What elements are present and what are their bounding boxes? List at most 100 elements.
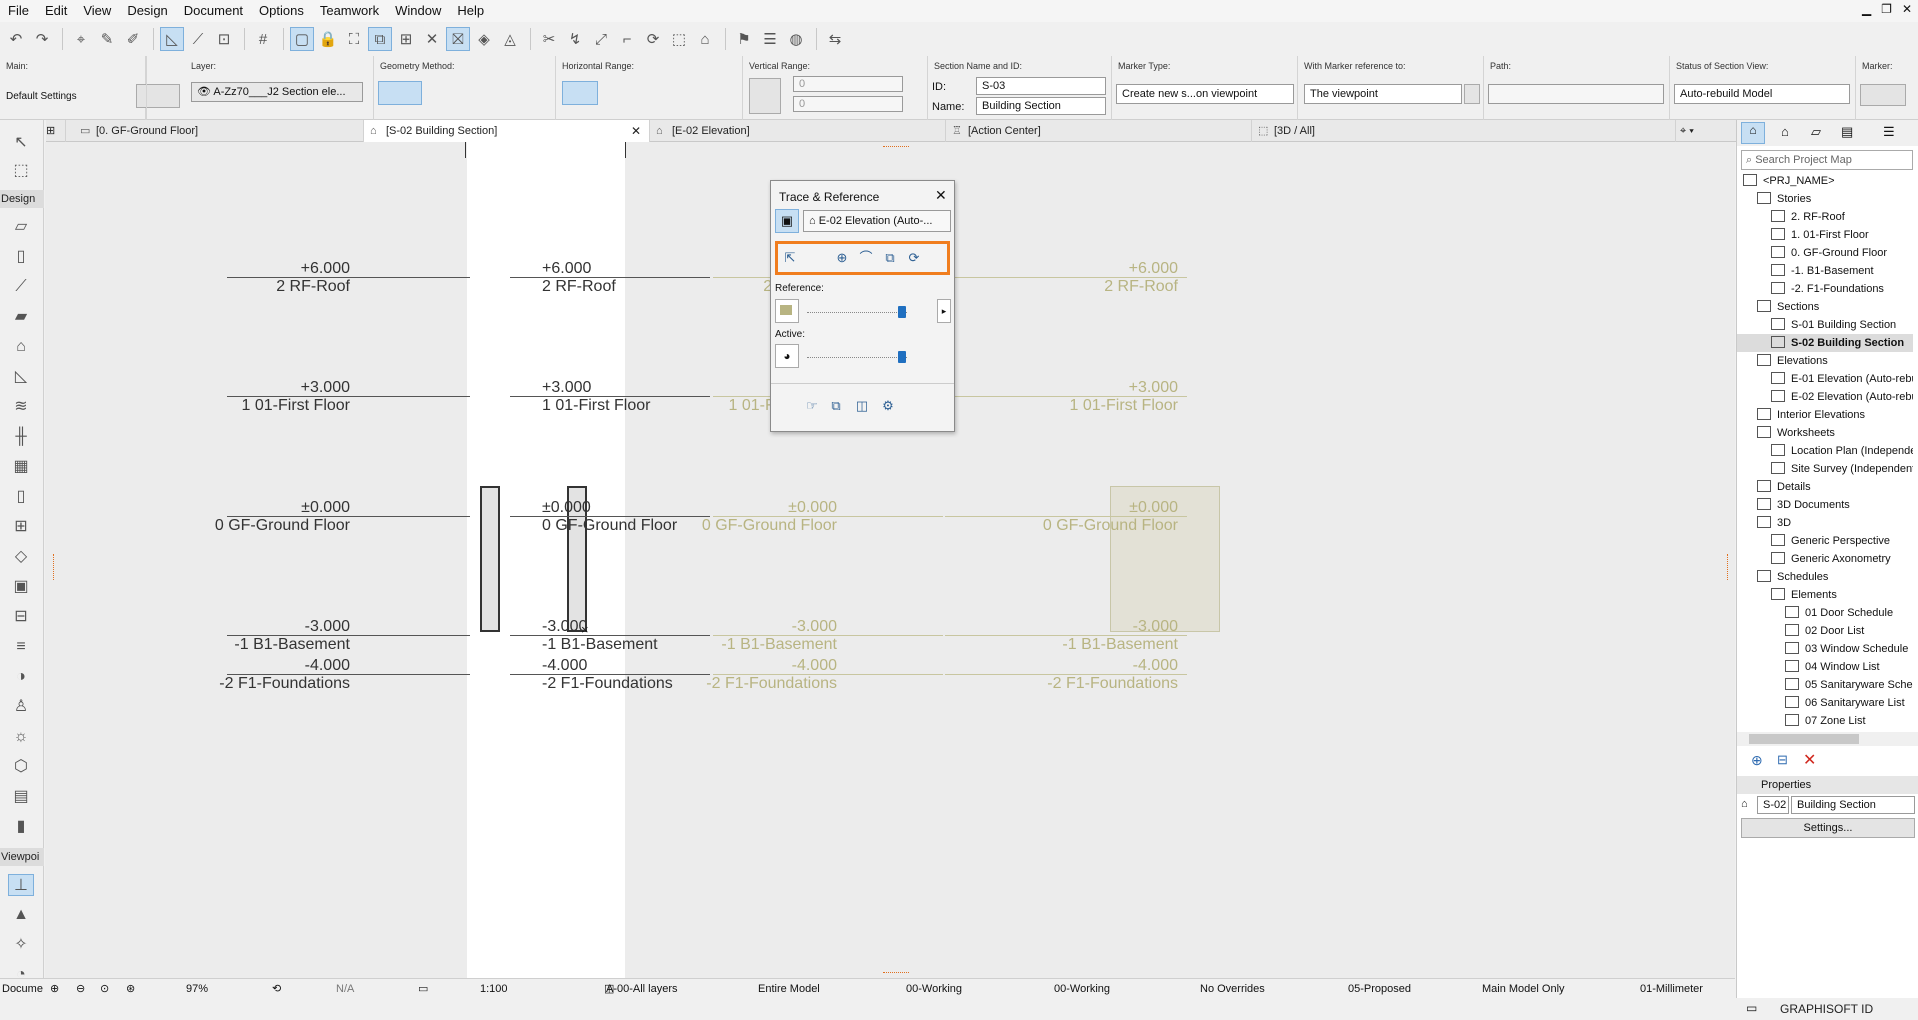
vertical-bottom-field[interactable]: 0: [793, 96, 903, 112]
tree-item[interactable]: 02 Door List: [1785, 622, 1913, 640]
mirror-reference-icon[interactable]: ⌒: [855, 247, 877, 269]
menu-document[interactable]: Document: [176, 0, 251, 22]
minimize-button[interactable]: ▁: [1862, 2, 1871, 16]
redo-icon[interactable]: ↷: [30, 27, 54, 51]
vertical-top-field[interactable]: 0: [793, 76, 903, 92]
shell-icon[interactable]: ◺: [8, 366, 34, 388]
pick-up-icon[interactable]: ⌖: [69, 27, 93, 51]
view-map-icon[interactable]: ⌂: [1781, 124, 1789, 139]
active-opacity-slider[interactable]: [807, 357, 907, 361]
wall-section-left[interactable]: [480, 486, 500, 632]
active-opacity-thumb[interactable]: [898, 351, 906, 363]
lamp-icon[interactable]: ☼: [8, 726, 34, 748]
adjust-icon[interactable]: ↯: [563, 27, 587, 51]
name-field[interactable]: Building Section: [976, 97, 1106, 115]
box-icon[interactable]: ⬡: [8, 756, 34, 778]
navigator-menu-icon[interactable]: ☰: [1883, 124, 1895, 140]
menu-options[interactable]: Options: [251, 0, 312, 22]
main-settings[interactable]: Default Settings: [6, 91, 77, 102]
tree-item[interactable]: 3D Documents: [1757, 496, 1913, 514]
tree-item[interactable]: <PRJ_NAME>: [1743, 172, 1913, 190]
swap-reference-icon[interactable]: ⟳: [903, 247, 925, 269]
reset-position-icon[interactable]: ⧉: [879, 247, 901, 269]
design-header[interactable]: Design: [0, 190, 44, 208]
tab-3d[interactable]: ⬚ [3D / All]: [1252, 120, 1676, 142]
layers-icon[interactable]: ☰: [758, 27, 782, 51]
staggered-geometry-button[interactable]: [430, 81, 466, 105]
tree-item[interactable]: 03 Window Schedule: [1785, 640, 1913, 658]
tree-item[interactable]: 01 Door Schedule: [1785, 604, 1913, 622]
move-reference-icon[interactable]: ⇱: [779, 247, 801, 269]
measure-icon[interactable]: ✕: [420, 27, 444, 51]
marquee-tool-icon[interactable]: ⬚: [8, 160, 34, 182]
angle-value[interactable]: N/A: [336, 979, 354, 999]
door-icon[interactable]: ▯: [8, 486, 34, 508]
camera-tool-icon[interactable]: ✧: [8, 934, 34, 956]
zoom-icon[interactable]: ⊛: [126, 979, 135, 999]
marker-reference-dropdown[interactable]: The viewpoint: [1304, 84, 1462, 104]
beam-icon[interactable]: ⟋: [8, 276, 34, 298]
id-field[interactable]: S-03: [976, 77, 1106, 95]
zone-icon[interactable]: ⊟: [8, 606, 34, 628]
tree-item[interactable]: Schedules: [1757, 568, 1913, 586]
skylight-icon[interactable]: ◇: [8, 546, 34, 568]
close-window-button[interactable]: ✕: [1902, 2, 1912, 16]
tree-item[interactable]: Generic Perspective: [1771, 532, 1913, 550]
browse-button[interactable]: [1464, 84, 1480, 104]
tree-item[interactable]: 05 Sanitaryware Schedule: [1785, 676, 1913, 694]
model-value[interactable]: Entire Model: [758, 979, 820, 999]
suspend-groups-icon[interactable]: ⛶: [342, 27, 366, 51]
tree-item[interactable]: 06 Sanitaryware List: [1785, 694, 1913, 712]
marker-type-dropdown[interactable]: Create new s...on viewpoint: [1116, 84, 1294, 104]
tree-item[interactable]: -1. B1-Basement: [1771, 262, 1913, 280]
morph-icon[interactable]: ◑: [8, 666, 34, 688]
teamwork-icon[interactable]: ⇆: [823, 27, 847, 51]
zoom-value[interactable]: 97%: [186, 979, 208, 999]
trace-icon[interactable]: ⧉: [368, 27, 392, 51]
structure-value[interactable]: Main Model Only: [1482, 979, 1565, 999]
tree-hscrollbar[interactable]: [1737, 732, 1918, 746]
graphisoft-id[interactable]: GRAPHISOFT ID: [1780, 1002, 1873, 1016]
prop-name-field[interactable]: Building Section: [1791, 796, 1915, 814]
tab-action-center[interactable]: ♖ [Action Center]: [946, 120, 1252, 142]
status-dropdown[interactable]: Auto-rebuild Model: [1674, 84, 1850, 104]
menu-teamwork[interactable]: Teamwork: [312, 0, 387, 22]
viewpoint-header[interactable]: Viewpoi: [0, 848, 44, 866]
orientation-icon[interactable]: ⟲: [272, 979, 281, 999]
compare-icon[interactable]: ☞: [801, 395, 823, 417]
arrow-tool-icon[interactable]: ↖: [8, 132, 34, 154]
zero-depth-button[interactable]: [654, 81, 690, 105]
tree-item[interactable]: Elevations: [1757, 352, 1913, 370]
straight-geometry-button[interactable]: [378, 81, 422, 105]
tree-item[interactable]: Site Survey (Independent): [1771, 460, 1913, 478]
inject-icon[interactable]: ✎: [95, 27, 119, 51]
tab-ground-floor[interactable]: ▭ [0. GF-Ground Floor]: [74, 120, 364, 142]
object-icon[interactable]: ▣: [8, 576, 34, 598]
menu-edit[interactable]: Edit: [37, 0, 75, 22]
properties-header[interactable]: Properties: [1737, 776, 1918, 794]
menu-design[interactable]: Design: [119, 0, 175, 22]
renovation-icon[interactable]: ⌂: [693, 27, 717, 51]
magic-wand-icon[interactable]: ⛝: [446, 27, 470, 51]
menu-view[interactable]: View: [75, 0, 119, 22]
reference-icon[interactable]: ⊞: [394, 27, 418, 51]
new-view-icon[interactable]: ⊕: [1751, 752, 1763, 769]
slab-icon[interactable]: ▰: [8, 306, 34, 328]
mesh-icon[interactable]: ≡: [8, 636, 34, 658]
tree-item[interactable]: 0. GF-Ground Floor: [1771, 244, 1913, 262]
path-field[interactable]: [1488, 84, 1664, 104]
dimension-value[interactable]: 01-Millimeter: [1640, 979, 1703, 999]
tree-item[interactable]: Stories: [1757, 190, 1913, 208]
column-icon[interactable]: ▯: [8, 246, 34, 268]
tree-item[interactable]: Elements: [1771, 586, 1913, 604]
offset-icon[interactable]: ⤢: [589, 27, 613, 51]
window-icon[interactable]: ⊞: [8, 516, 34, 538]
restore-button[interactable]: ❐: [1881, 2, 1892, 16]
chair-icon[interactable]: ♙: [8, 696, 34, 718]
prop-id-field[interactable]: S-02: [1757, 796, 1789, 814]
railing-icon[interactable]: ╫: [8, 426, 34, 448]
lock-icon[interactable]: 🔒: [316, 27, 340, 51]
fillet-icon[interactable]: ⌐: [615, 27, 639, 51]
guide-line-icon[interactable]: ⟋: [186, 27, 210, 51]
tree-item[interactable]: 3D: [1757, 514, 1913, 532]
